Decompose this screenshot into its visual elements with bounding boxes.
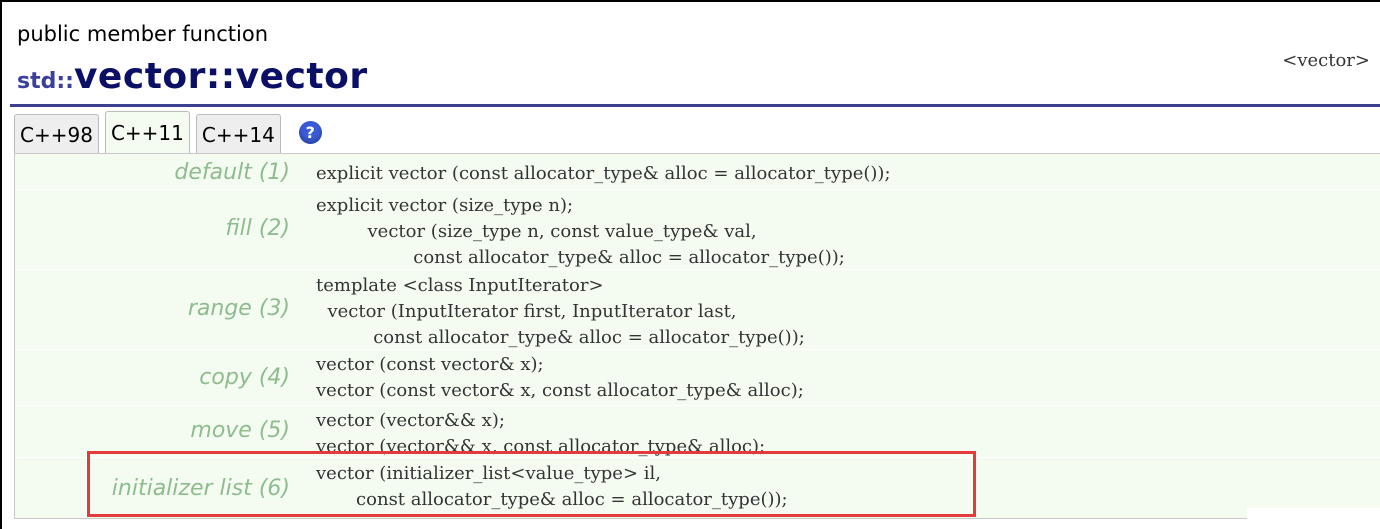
overload-label: move (5)	[190, 418, 290, 443]
overload-code: explicit vector (size_type n); vector (s…	[316, 195, 845, 268]
overload-code: vector (vector&& x); vector (vector&& x,…	[316, 410, 766, 457]
title-member: ::vector	[205, 56, 368, 97]
member-kind: public member function	[17, 22, 269, 46]
overload-label: range (3)	[187, 296, 290, 321]
title-namespace: std::	[17, 69, 74, 94]
tab-cpp14[interactable]: C++14	[195, 114, 281, 154]
tab-cpp98[interactable]: C++98	[14, 114, 99, 154]
header-file-link[interactable]: <vector>	[1282, 50, 1370, 71]
overload-row-fill: fill (2) explicit vector (size_type n); …	[15, 190, 1380, 270]
overload-label: initializer list (6)	[111, 476, 290, 501]
overload-code: template <class InputIterator> vector (I…	[316, 275, 805, 348]
overloads-panel: default (1) explicit vector (const alloc…	[14, 153, 1380, 519]
overload-code: vector (initializer_list<value_type> il,…	[316, 463, 788, 510]
overload-label: default (1)	[174, 160, 290, 185]
bottom-overlay	[1247, 508, 1380, 529]
overload-row-copy: copy (4) vector (const vector& x); vecto…	[15, 350, 1380, 406]
overload-label: fill (2)	[225, 216, 290, 241]
overload-code: explicit vector (const allocator_type& a…	[316, 163, 891, 184]
overload-row-initializer-list: initializer list (6) vector (initializer…	[15, 458, 1380, 518]
page-title: std::vector::vector	[17, 56, 368, 97]
title-divider	[10, 104, 1380, 107]
version-tabs: C++98 C++11 C++14 ?	[14, 111, 322, 154]
overload-row-move: move (5) vector (vector&& x); vector (ve…	[15, 406, 1380, 458]
overload-row-range: range (3) template <class InputIterator>…	[15, 270, 1380, 350]
overload-row-default: default (1) explicit vector (const alloc…	[15, 154, 1380, 190]
help-icon[interactable]: ?	[298, 121, 322, 144]
overload-label: copy (4)	[199, 365, 290, 390]
tab-cpp11[interactable]: C++11	[104, 111, 190, 154]
title-class[interactable]: vector	[74, 56, 206, 97]
overload-code: vector (const vector& x); vector (const …	[316, 354, 804, 401]
